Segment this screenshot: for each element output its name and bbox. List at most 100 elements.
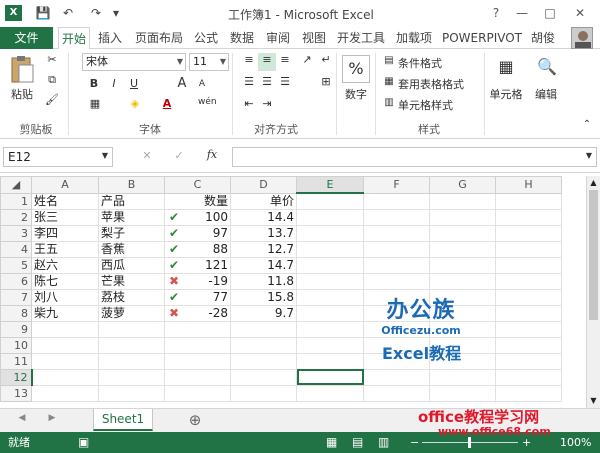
normal-view-icon[interactable]: ▦: [326, 432, 337, 453]
cell-h[interactable]: [495, 224, 562, 242]
cell-f[interactable]: [363, 224, 430, 242]
align-middle-icon[interactable]: ≡: [258, 53, 276, 71]
enter-icon[interactable]: ✓: [172, 149, 186, 162]
help-button[interactable]: ?: [486, 3, 506, 23]
cell-c[interactable]: 数量: [164, 192, 231, 210]
next-sheet-icon[interactable]: ▶: [46, 413, 58, 423]
scroll-up-icon[interactable]: ▲: [588, 178, 599, 187]
cell-b[interactable]: [98, 352, 165, 370]
paste-icon[interactable]: [8, 55, 36, 85]
redo-icon[interactable]: ↷: [88, 4, 104, 22]
column-header-a[interactable]: A: [31, 176, 99, 194]
cell-a[interactable]: [31, 384, 99, 402]
cell-h[interactable]: [495, 384, 562, 402]
cell-a[interactable]: 陈七: [31, 272, 99, 290]
cell-a[interactable]: [31, 368, 99, 386]
expand-formula-icon[interactable]: ▼: [584, 151, 594, 160]
cell-styles-button[interactable]: 单元格样式: [398, 97, 472, 113]
formula-input[interactable]: [232, 147, 597, 167]
align-center-icon[interactable]: ☰: [258, 75, 276, 93]
cell-h[interactable]: [495, 304, 562, 322]
row-header[interactable]: 5: [0, 256, 32, 274]
cell-b[interactable]: 荔枝: [98, 288, 165, 306]
cell-c[interactable]: ✖ -28: [164, 304, 231, 322]
cut-icon[interactable]: ✂: [44, 53, 60, 69]
row-header[interactable]: 1: [0, 192, 32, 210]
cell-h[interactable]: [495, 208, 562, 226]
cell-a[interactable]: 柴九: [31, 304, 99, 322]
cell-e[interactable]: [296, 224, 364, 242]
insert-function-icon[interactable]: fx: [204, 148, 220, 161]
cell-e[interactable]: [296, 336, 364, 354]
cell-f[interactable]: [363, 192, 430, 210]
zoom-out-icon[interactable]: −: [410, 432, 419, 453]
scroll-thumb[interactable]: [589, 190, 598, 320]
cell-b[interactable]: 香蕉: [98, 240, 165, 258]
cell-a[interactable]: 张三: [31, 208, 99, 226]
cell-c[interactable]: [164, 352, 231, 370]
format-as-table-button[interactable]: 套用表格格式: [398, 76, 478, 92]
cell-b[interactable]: [98, 384, 165, 402]
undo-icon[interactable]: ↶: [60, 4, 76, 22]
cell-e[interactable]: [296, 272, 364, 290]
cell-c[interactable]: ✔ 97: [164, 224, 231, 242]
font-size-combo[interactable]: 11 ▼: [189, 53, 229, 71]
cell-h[interactable]: [495, 320, 562, 338]
cell-e[interactable]: [296, 192, 364, 210]
wrap-text-icon[interactable]: ↵: [318, 53, 334, 71]
cell-h[interactable]: [495, 240, 562, 258]
cell-h[interactable]: [495, 192, 562, 210]
macro-record-icon[interactable]: ▣: [78, 432, 89, 453]
tab-home[interactable]: 开始: [58, 27, 90, 50]
cell-d[interactable]: 14.7: [230, 256, 297, 274]
cell-a[interactable]: 刘八: [31, 288, 99, 306]
cell-g[interactable]: [429, 384, 496, 402]
qat-customize-icon[interactable]: ▾: [110, 4, 122, 22]
row-header[interactable]: 3: [0, 224, 32, 242]
cell-d[interactable]: 14.4: [230, 208, 297, 226]
row-header[interactable]: 4: [0, 240, 32, 258]
row-header[interactable]: 11: [0, 352, 32, 370]
tab-review[interactable]: 审阅: [262, 27, 294, 49]
column-header-d[interactable]: D: [230, 176, 297, 194]
cell-b[interactable]: 西瓜: [98, 256, 165, 274]
select-all-corner[interactable]: ◢: [0, 176, 32, 194]
cell-d[interactable]: 15.8: [230, 288, 297, 306]
vertical-scrollbar[interactable]: ▲ ▼: [586, 176, 600, 408]
row-header[interactable]: 7: [0, 288, 32, 306]
cell-g[interactable]: [429, 208, 496, 226]
cell-a[interactable]: 王五: [31, 240, 99, 258]
cell-b[interactable]: 梨子: [98, 224, 165, 242]
column-header-c[interactable]: C: [164, 176, 231, 194]
increase-indent-icon[interactable]: ⇥: [258, 97, 276, 115]
cell-b[interactable]: [98, 320, 165, 338]
cell-b[interactable]: 芒果: [98, 272, 165, 290]
column-header-b[interactable]: B: [98, 176, 165, 194]
cell-f[interactable]: [363, 384, 430, 402]
sheet-tab-sheet1[interactable]: Sheet1: [93, 409, 153, 431]
tab-developer[interactable]: 开发工具: [333, 27, 389, 49]
cell-g[interactable]: [429, 256, 496, 274]
save-icon[interactable]: 💾: [35, 4, 51, 22]
cell-h[interactable]: [495, 352, 562, 370]
row-header[interactable]: 2: [0, 208, 32, 226]
cell-d[interactable]: 13.7: [230, 224, 297, 242]
cell-d[interactable]: [230, 352, 297, 370]
column-header-g[interactable]: G: [429, 176, 496, 194]
chevron-down-icon[interactable]: ▼: [100, 151, 110, 160]
cell-f[interactable]: [363, 208, 430, 226]
cell-h[interactable]: [495, 368, 562, 386]
cell-a[interactable]: [31, 320, 99, 338]
decrease-indent-icon[interactable]: ⇤: [240, 97, 258, 115]
cell-f[interactable]: [363, 240, 430, 258]
cell-b[interactable]: 苹果: [98, 208, 165, 226]
zoom-slider-thumb[interactable]: [468, 437, 471, 448]
cell-h[interactable]: [495, 272, 562, 290]
cell-a[interactable]: [31, 336, 99, 354]
merge-cells-icon[interactable]: ⊞: [318, 75, 334, 93]
tab-page-layout[interactable]: 页面布局: [131, 27, 187, 49]
row-header[interactable]: 12: [0, 368, 33, 386]
fill-color-icon[interactable]: ◈: [126, 97, 144, 115]
cell-e[interactable]: [296, 320, 364, 338]
cell-f[interactable]: [363, 272, 430, 290]
